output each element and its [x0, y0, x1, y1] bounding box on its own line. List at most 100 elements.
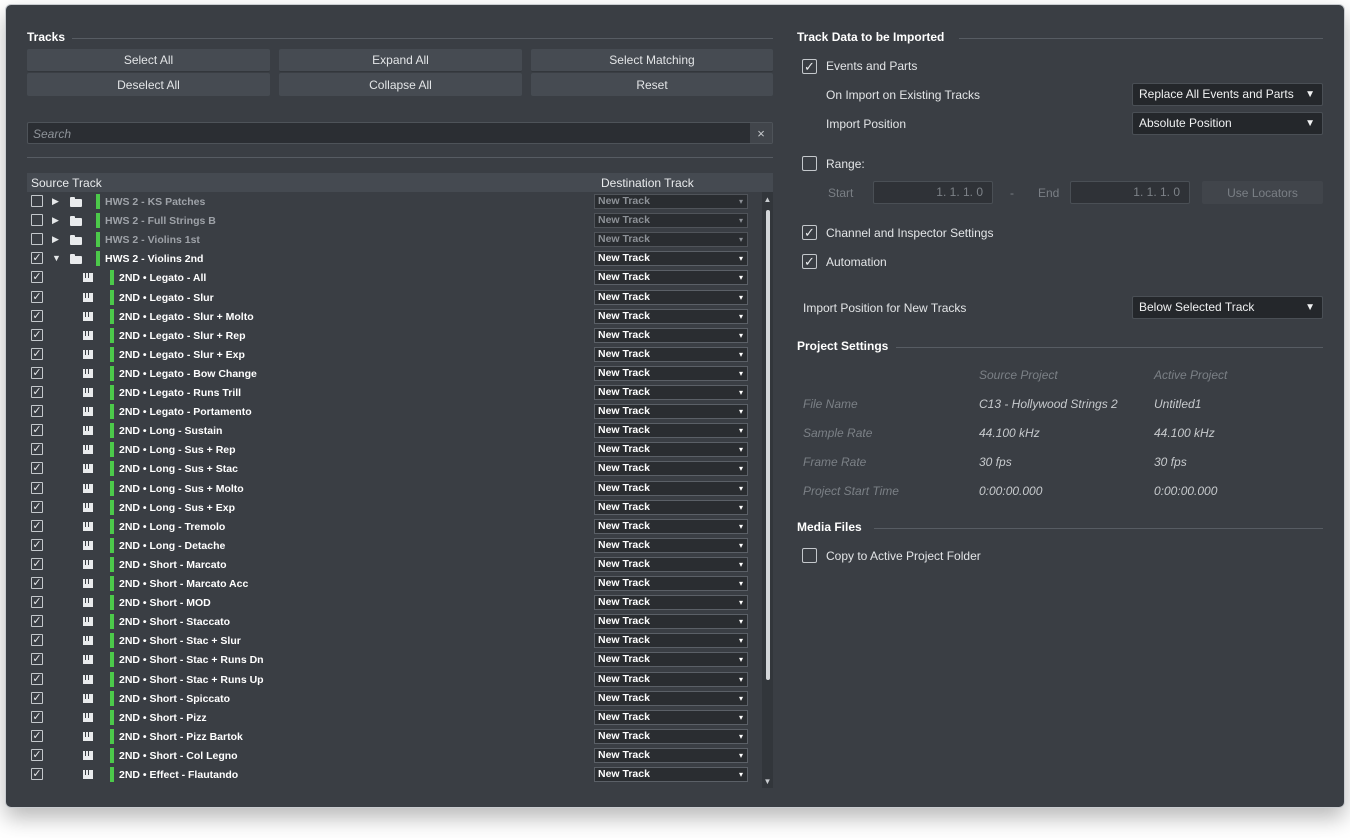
track-row[interactable]: ✓ ▼ HWS 2 - Violins 2nd New Track ▾ [27, 249, 762, 268]
close-icon[interactable]: × [750, 123, 772, 143]
destination-track-dropdown[interactable]: New Track ▾ [594, 576, 748, 591]
destination-track-dropdown[interactable]: New Track ▾ [594, 289, 748, 305]
track-checkbox[interactable]: ✓ [31, 500, 43, 513]
destination-track-dropdown[interactable]: New Track ▾ [594, 499, 748, 515]
collapsed-triangle-icon[interactable]: ▶ [52, 196, 59, 207]
track-checkbox[interactable]: ✓ [31, 672, 43, 685]
track-checkbox[interactable]: ✓ [31, 538, 43, 551]
destination-track-dropdown[interactable]: New Track ▾ [594, 213, 748, 229]
track-checkbox[interactable]: ✓ [31, 729, 43, 742]
range-end-field[interactable]: 1. 1. 1. 0 [1070, 181, 1190, 204]
channel-settings-checkbox[interactable]: ✓ [802, 225, 817, 240]
track-checkbox[interactable]: ✓ [31, 768, 43, 780]
track-checkbox[interactable]: ✓ [31, 462, 43, 475]
track-row[interactable]: ✓ 2ND • Short - Stac + Runs Up New Track ▾ [27, 670, 762, 689]
search-input[interactable]: Search × [27, 122, 773, 144]
track-checkbox[interactable]: ✓ [31, 481, 43, 494]
track-row[interactable]: ✓ 2ND • Short - Staccato New Track ▾ [27, 612, 762, 631]
destination-track-dropdown[interactable]: New Track ▾ [594, 308, 748, 324]
destination-track-dropdown[interactable]: New Track ▾ [594, 728, 748, 744]
select-matching-button[interactable]: Select Matching [531, 49, 773, 72]
track-row[interactable]: ✓ 2ND • Long - Detache New Track ▾ [27, 536, 762, 555]
column-header-destination[interactable]: Destination Track [601, 176, 694, 190]
track-row[interactable]: ✓ 2ND • Legato - Slur New Track ▾ [27, 288, 762, 307]
use-locators-button[interactable]: Use Locators [1202, 181, 1323, 204]
range-checkbox[interactable] [802, 156, 817, 171]
track-row[interactable]: ✓ 2ND • Short - Pizz New Track ▾ [27, 708, 762, 727]
track-checkbox[interactable]: ✓ [31, 366, 43, 379]
track-checkbox[interactable]: ✓ [31, 710, 43, 723]
destination-track-dropdown[interactable]: New Track ▾ [594, 652, 748, 668]
scroll-thumb[interactable] [766, 210, 770, 680]
destination-track-dropdown[interactable]: New Track ▾ [594, 690, 748, 706]
deselect-all-button[interactable]: Deselect All [27, 73, 270, 96]
range-start-field[interactable]: 1. 1. 1. 0 [873, 181, 993, 204]
track-row[interactable]: ▶ HWS 2 - Full Strings B New Track ▾ [27, 211, 762, 230]
track-row[interactable]: ✓ 2ND • Short - Stac + Runs Dn New Track ▾ [27, 650, 762, 669]
expanded-triangle-icon[interactable]: ▼ [52, 253, 61, 263]
destination-track-dropdown[interactable]: New Track ▾ [594, 385, 748, 400]
destination-track-dropdown[interactable]: New Track ▾ [594, 595, 748, 611]
track-row[interactable]: ✓ 2ND • Effect - Flautando New Track ▾ [27, 765, 762, 784]
destination-track-dropdown[interactable]: New Track ▾ [594, 461, 748, 477]
import-position-dropdown[interactable]: Absolute Position ▼ [1132, 112, 1323, 135]
track-checkbox[interactable]: ✓ [31, 424, 43, 437]
destination-track-dropdown[interactable]: New Track ▾ [594, 194, 748, 209]
track-checkbox[interactable] [31, 195, 43, 207]
collapse-all-button[interactable]: Collapse All [279, 73, 522, 96]
destination-track-dropdown[interactable]: New Track ▾ [594, 251, 748, 267]
destination-track-dropdown[interactable]: New Track ▾ [594, 518, 748, 534]
copy-to-project-checkbox[interactable] [802, 548, 817, 563]
track-checkbox[interactable]: ✓ [31, 443, 43, 456]
tracks-scrollbar[interactable]: ▲ ▼ [762, 192, 773, 788]
track-checkbox[interactable]: ✓ [31, 347, 43, 360]
track-checkbox[interactable]: ✓ [31, 328, 43, 341]
scroll-up-icon[interactable]: ▲ [763, 195, 772, 204]
track-checkbox[interactable]: ✓ [31, 252, 43, 265]
track-row[interactable]: ✓ 2ND • Short - Marcato Acc New Track ▾ [27, 574, 762, 593]
track-row[interactable]: ✓ 2ND • Legato - Slur + Exp New Track ▾ [27, 345, 762, 364]
destination-track-dropdown[interactable]: New Track ▾ [594, 556, 748, 572]
on-import-dropdown[interactable]: Replace All Events and Parts ▼ [1132, 83, 1323, 106]
destination-track-dropdown[interactable]: New Track ▾ [594, 480, 748, 496]
reset-button[interactable]: Reset [531, 73, 773, 96]
destination-track-dropdown[interactable]: New Track ▾ [594, 614, 748, 630]
track-row[interactable]: ✓ 2ND • Short - Stac + Slur New Track ▾ [27, 631, 762, 650]
destination-track-dropdown[interactable]: New Track ▾ [594, 270, 748, 286]
track-row[interactable]: ✓ 2ND • Long - Sustain New Track ▾ [27, 421, 762, 440]
destination-track-dropdown[interactable]: New Track ▾ [594, 365, 748, 381]
track-checkbox[interactable]: ✓ [31, 615, 43, 628]
track-checkbox[interactable]: ✓ [31, 748, 43, 761]
automation-checkbox[interactable]: ✓ [802, 254, 817, 269]
track-row[interactable]: ✓ 2ND • Short - Spiccato New Track ▾ [27, 689, 762, 708]
destination-track-dropdown[interactable]: New Track ▾ [594, 327, 748, 343]
destination-track-dropdown[interactable]: New Track ▾ [594, 709, 748, 725]
track-row[interactable]: ✓ 2ND • Short - Marcato New Track ▾ [27, 555, 762, 574]
track-row[interactable]: ✓ 2ND • Long - Sus + Rep New Track ▾ [27, 440, 762, 459]
track-checkbox[interactable]: ✓ [31, 271, 43, 284]
track-checkbox[interactable]: ✓ [31, 634, 43, 647]
destination-track-dropdown[interactable]: New Track ▾ [594, 404, 748, 420]
track-row[interactable]: ✓ 2ND • Legato - Slur + Molto New Track ▾ [27, 307, 762, 326]
track-row[interactable]: ✓ 2ND • Short - MOD New Track ▾ [27, 593, 762, 612]
track-row[interactable]: ✓ 2ND • Legato - Bow Change New Track ▾ [27, 364, 762, 383]
track-checkbox[interactable] [31, 233, 43, 246]
track-checkbox[interactable]: ✓ [31, 653, 43, 666]
track-row[interactable]: ✓ 2ND • Legato - Runs Trill New Track ▾ [27, 383, 762, 402]
track-row[interactable]: ✓ 2ND • Long - Sus + Molto New Track ▾ [27, 479, 762, 498]
scroll-down-icon[interactable]: ▼ [763, 777, 772, 786]
destination-track-dropdown[interactable]: New Track ▾ [594, 232, 748, 248]
track-checkbox[interactable] [31, 214, 43, 227]
column-header-source[interactable]: Source Track [31, 176, 102, 190]
track-checkbox[interactable]: ✓ [31, 557, 43, 570]
track-checkbox[interactable]: ✓ [31, 290, 43, 303]
track-row[interactable]: ✓ 2ND • Long - Sus + Exp New Track ▾ [27, 498, 762, 517]
track-checkbox[interactable]: ✓ [31, 405, 43, 418]
destination-track-dropdown[interactable]: New Track ▾ [594, 747, 748, 763]
track-row[interactable]: ▶ HWS 2 - Violins 1st New Track ▾ [27, 230, 762, 249]
track-row[interactable]: ✓ 2ND • Legato - All New Track ▾ [27, 268, 762, 287]
destination-track-dropdown[interactable]: New Track ▾ [594, 633, 748, 649]
new-tracks-position-dropdown[interactable]: Below Selected Track ▼ [1132, 296, 1323, 319]
track-row[interactable]: ✓ 2ND • Short - Pizz Bartok New Track ▾ [27, 727, 762, 746]
track-row[interactable]: ✓ 2ND • Legato - Slur + Rep New Track ▾ [27, 326, 762, 345]
